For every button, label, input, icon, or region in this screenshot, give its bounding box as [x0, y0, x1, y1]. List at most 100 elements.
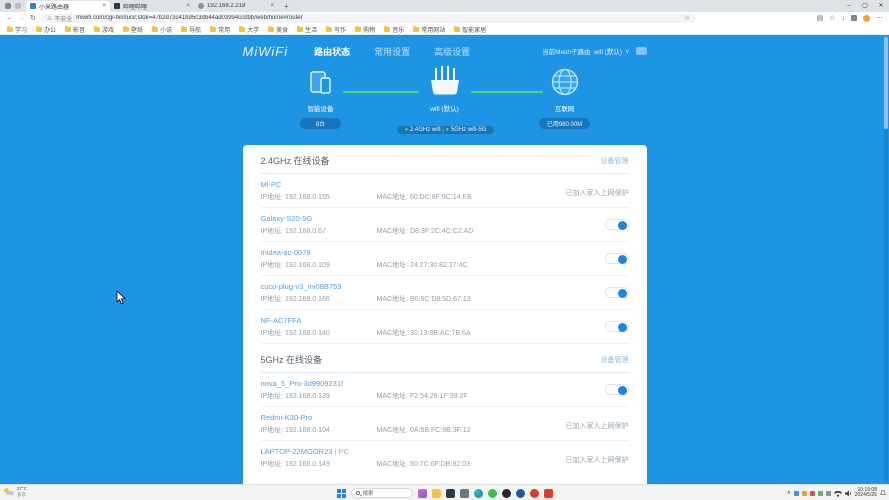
- bookmark-folder[interactable]: 常用: [210, 25, 230, 34]
- folder-icon: [384, 27, 390, 32]
- tab-close-icon[interactable]: ×: [186, 3, 190, 9]
- terminal-icon[interactable]: [446, 489, 455, 498]
- device-name-link[interactable]: NF-AC7FFA: [261, 316, 471, 325]
- ip-value: 192.168.0.67: [285, 228, 326, 235]
- device-name-link[interactable]: LAPTOP-22MGOR23 | PC: [261, 447, 470, 456]
- internet-access-toggle[interactable]: [605, 287, 629, 298]
- device-manage-link[interactable]: 设备管理: [601, 156, 629, 166]
- weather-widget[interactable]: 27°C 多云: [4, 486, 27, 497]
- forward-icon[interactable]: →: [18, 15, 25, 22]
- split-screen-icon[interactable]: ▤: [817, 14, 824, 22]
- device-row: Redmi-K30-Pro IP地址: 192.168.0.104 MAC地址:…: [261, 407, 629, 441]
- bookmark-folder[interactable]: 导航: [181, 25, 201, 34]
- tray-expand-icon[interactable]: ∧: [787, 490, 791, 496]
- devices-node[interactable]: 智能设备 8台: [293, 70, 349, 131]
- taskbar-search[interactable]: 搜索: [351, 488, 413, 498]
- bookmark-folder[interactable]: 美食: [268, 25, 288, 34]
- device-name-link[interactable]: midea-ac-0079: [261, 248, 468, 257]
- bookmark-folder[interactable]: 影音: [65, 25, 85, 34]
- downloads-icon[interactable]: ↓: [842, 15, 846, 22]
- tab-close-icon[interactable]: ×: [102, 3, 106, 9]
- tab-second[interactable]: 哔哩哔哩 ×: [110, 1, 194, 12]
- bookmark-star-icon[interactable]: ☆: [684, 14, 690, 22]
- bookmark-folder[interactable]: 游戏: [94, 25, 114, 34]
- security-chip[interactable]: ⚠ 不安全: [47, 14, 72, 23]
- internet-node[interactable]: 互联网 已用980.00M: [539, 68, 591, 131]
- nav-advanced-settings[interactable]: 高级设置: [434, 45, 470, 58]
- taskbar-clock[interactable]: 10:19:08 2024/5/25: [855, 488, 877, 499]
- bookmarks-bar: 学习 办公 影音 游戏 壁纸 小说 导航 常用 大学 美食 生活 写作 购物 音…: [0, 24, 889, 35]
- bookmark-folder[interactable]: 写作: [326, 25, 346, 34]
- device-name-link[interactable]: Mi-PC: [261, 180, 472, 189]
- router-node[interactable]: wifi (默认): [419, 66, 471, 113]
- start-button[interactable]: [337, 489, 346, 498]
- bookmark-folder[interactable]: 购物: [355, 25, 375, 34]
- tray-app-icon[interactable]: [818, 491, 823, 496]
- file-explorer-icon[interactable]: [432, 489, 441, 498]
- workspace-icon[interactable]: [5, 3, 11, 9]
- bookmark-folder[interactable]: 学习: [7, 25, 27, 34]
- close-window-button[interactable]: ✕: [873, 0, 889, 12]
- ip-label: IP地址:: [261, 228, 284, 235]
- steam-icon[interactable]: [516, 489, 525, 498]
- nav-router-status[interactable]: 路由状态: [314, 45, 350, 58]
- internet-access-toggle[interactable]: [605, 219, 629, 230]
- bookmark-folder[interactable]: 壁纸: [123, 25, 143, 34]
- bookmark-folder[interactable]: 音乐: [384, 25, 404, 34]
- notification-icon[interactable]: [636, 47, 647, 55]
- netease-music-icon[interactable]: [530, 489, 539, 498]
- tray-app-icon[interactable]: [802, 491, 807, 496]
- tab-close-icon[interactable]: ×: [270, 3, 274, 9]
- refresh-icon[interactable]: ↻: [30, 14, 36, 22]
- maximize-button[interactable]: ▢: [857, 0, 873, 12]
- tab-search-icon[interactable]: [15, 3, 21, 9]
- browser-action-icons: ▤ ☆ ↓ ⋯: [817, 14, 883, 22]
- edge-icon[interactable]: [474, 489, 483, 498]
- bookmark-label: 购物: [363, 25, 375, 34]
- bookmark-folder[interactable]: 办公: [36, 25, 56, 34]
- bookmark-folder[interactable]: 常用网站: [413, 25, 445, 34]
- url-input[interactable]: ⚠ 不安全 miwifi.com/cgi-bin/luci/;stok=47b2…: [41, 14, 696, 23]
- tab-router-admin[interactable]: 小米路由器 ×: [26, 1, 110, 12]
- nav-common-settings[interactable]: 常用设置: [374, 45, 410, 58]
- tray-app-icon[interactable]: [810, 491, 815, 496]
- github-icon[interactable]: [502, 489, 511, 498]
- browser-menu-icon[interactable]: ⋯: [876, 14, 883, 22]
- notification-bell-icon[interactable]: [880, 490, 886, 496]
- paint-app-icon[interactable]: [418, 489, 427, 498]
- new-tab-button[interactable]: +: [278, 2, 295, 11]
- internet-access-toggle[interactable]: [605, 321, 629, 332]
- mesh-selector[interactable]: 当前Mesh子路由 wifi (默认) ∨: [542, 46, 646, 56]
- wps-icon[interactable]: [544, 489, 553, 498]
- scrollbar-thumb[interactable]: [884, 37, 888, 129]
- app-nav: 路由状态 常用设置 高级设置: [314, 45, 470, 58]
- minimize-button[interactable]: –: [841, 0, 857, 12]
- wifi-icon[interactable]: [834, 490, 842, 497]
- camera-icon[interactable]: [460, 489, 469, 498]
- page-scrollbar[interactable]: [884, 37, 888, 482]
- device-name-link[interactable]: Redmi-K30-Pro: [261, 413, 471, 422]
- volume-icon[interactable]: [845, 490, 852, 497]
- tray-app-icon[interactable]: [794, 491, 799, 496]
- bookmark-folder[interactable]: 小说: [152, 25, 172, 34]
- ip-label: IP地址:: [261, 194, 284, 201]
- profile-avatar[interactable]: [863, 15, 870, 22]
- favorites-icon[interactable]: ☆: [829, 14, 835, 22]
- back-icon[interactable]: ←: [6, 15, 13, 22]
- device-name-link[interactable]: cuco-plug-v3_mi08B759: [261, 282, 471, 291]
- browser-window-icons: [0, 3, 26, 9]
- mac-value: D8:3F:2C:4C:C2:AD: [410, 228, 473, 235]
- wechat-icon[interactable]: [488, 489, 497, 498]
- bookmark-folder[interactable]: 生活: [297, 25, 317, 34]
- bookmark-folder[interactable]: 智能家居: [454, 25, 486, 34]
- tray-app-icon[interactable]: [826, 491, 831, 496]
- internet-access-toggle[interactable]: [605, 384, 629, 395]
- bookmark-folder[interactable]: 大学: [239, 25, 259, 34]
- tab-third[interactable]: 192.168.2.218 ×: [194, 1, 278, 12]
- tab-title: 192.168.2.218: [207, 3, 267, 9]
- device-name-link[interactable]: Galaxy-S20-5G: [261, 214, 474, 223]
- device-manage-link[interactable]: 设备管理: [601, 355, 629, 365]
- extensions-icon[interactable]: [851, 15, 857, 21]
- device-name-link[interactable]: nova_5_Pro-3d9909231f: [261, 379, 468, 388]
- internet-access-toggle[interactable]: [605, 253, 629, 264]
